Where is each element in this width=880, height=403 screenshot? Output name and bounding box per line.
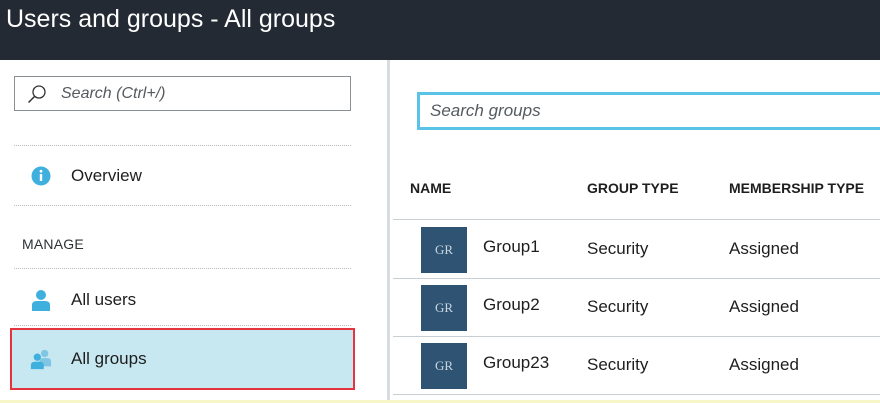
group-name[interactable]: Group23: [483, 353, 549, 373]
groups-panel: NAME GROUP TYPE MEMBERSHIP TYPE GR Group…: [393, 60, 880, 403]
sidebar-item-label: All users: [71, 290, 137, 309]
column-header-group-type[interactable]: GROUP TYPE: [587, 180, 679, 196]
group-type: Security: [587, 239, 649, 258]
column-header-name[interactable]: NAME: [410, 180, 451, 196]
table-row[interactable]: GR Group2 Security Assigned: [393, 279, 880, 337]
group-search-box[interactable]: [417, 92, 880, 130]
group-avatar: GR: [421, 343, 467, 389]
sidebar-item-all-users[interactable]: All users: [14, 274, 351, 326]
sidebar-item-overview[interactable]: Overview: [14, 150, 351, 202]
info-icon: [30, 165, 52, 187]
divider: [14, 325, 351, 326]
group-type: Security: [587, 297, 649, 316]
membership-type: Assigned: [729, 355, 799, 374]
group-icon: [30, 348, 52, 370]
sidebar: Search (Ctrl+/) Overview MANAGE All user…: [0, 60, 390, 403]
divider: [14, 268, 351, 269]
table-row[interactable]: GR Group23 Security Assigned: [393, 337, 880, 395]
section-label-manage: MANAGE: [22, 236, 84, 252]
group-avatar: GR: [421, 227, 467, 273]
window-title: Users and groups - All groups: [0, 0, 880, 60]
table-row[interactable]: GR Group1 Security Assigned: [393, 221, 880, 279]
divider: [14, 145, 351, 146]
column-header-membership-type[interactable]: MEMBERSHIP TYPE: [729, 180, 864, 196]
membership-type: Assigned: [729, 239, 799, 258]
group-name[interactable]: Group2: [483, 295, 540, 315]
user-icon: [30, 289, 52, 311]
group-type: Security: [587, 355, 649, 374]
search-icon: [27, 84, 46, 103]
sidebar-item-label: All groups: [71, 349, 147, 368]
sidebar-search-placeholder: Search (Ctrl+/): [61, 84, 166, 102]
group-name[interactable]: Group1: [483, 237, 540, 257]
sidebar-search-box[interactable]: Search (Ctrl+/): [14, 76, 351, 111]
group-avatar: GR: [421, 285, 467, 331]
table-header: NAME GROUP TYPE MEMBERSHIP TYPE: [393, 172, 880, 220]
sidebar-item-all-groups[interactable]: All groups: [10, 328, 355, 390]
membership-type: Assigned: [729, 297, 799, 316]
group-search-input[interactable]: [420, 95, 880, 127]
sidebar-item-label: Overview: [71, 166, 142, 185]
divider: [14, 205, 351, 206]
